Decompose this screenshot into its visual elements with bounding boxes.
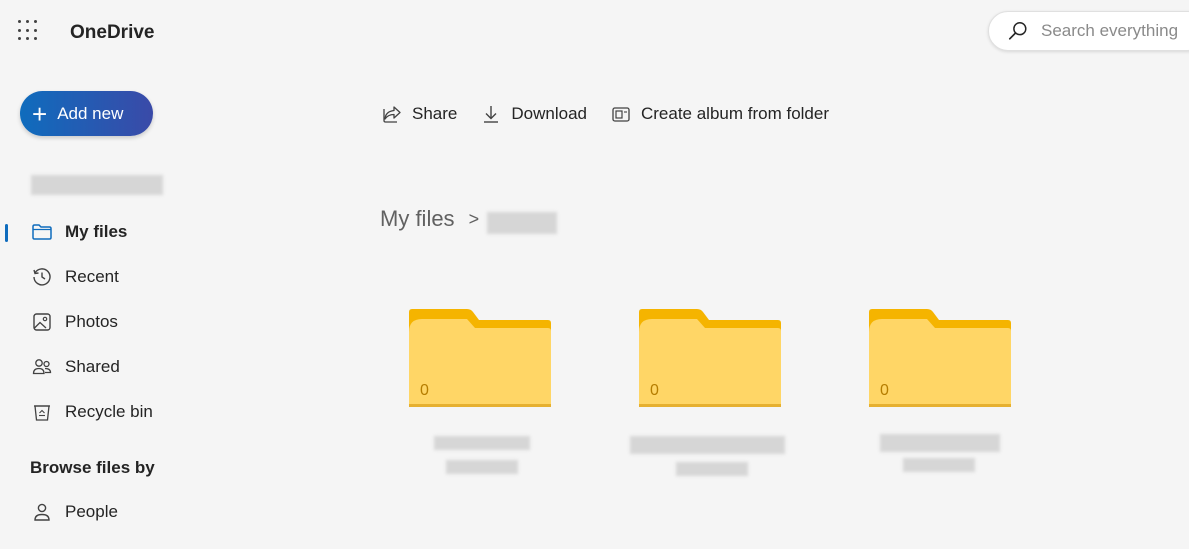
folder-name-redacted: [446, 460, 518, 474]
folder-name-redacted: [903, 458, 975, 472]
folder-name-redacted: [434, 436, 530, 450]
folder-item-count: 0: [420, 382, 429, 399]
breadcrumb: My files >: [380, 206, 479, 232]
account-name-redacted: [31, 175, 163, 195]
nav-item-shared[interactable]: Shared: [0, 347, 200, 387]
search-input[interactable]: [1041, 21, 1189, 41]
plus-icon: +: [32, 98, 48, 129]
folder-name-redacted: [880, 434, 1000, 452]
folder-item-count: 0: [880, 382, 889, 399]
folder-icon: [639, 309, 781, 407]
folder-item-count: 0: [650, 382, 659, 399]
album-icon: [612, 107, 630, 122]
app-launcher-icon[interactable]: [18, 20, 40, 42]
folder-icon: [409, 309, 551, 407]
active-indicator: [5, 224, 8, 242]
folder-icon: [869, 309, 1011, 407]
folder-icon: [31, 221, 53, 243]
search-icon: [1008, 22, 1027, 40]
people-icon: [31, 356, 53, 378]
breadcrumb-root[interactable]: My files: [380, 206, 455, 232]
folder-name-redacted: [676, 462, 748, 476]
create-album-label: Create album from folder: [640, 104, 830, 123]
add-new-button[interactable]: + Add new: [20, 91, 153, 136]
image-icon: [31, 311, 53, 333]
folder-tile[interactable]: 0: [639, 308, 781, 408]
search-box[interactable]: [988, 11, 1189, 51]
nav-item-my-files[interactable]: My files: [0, 212, 200, 252]
nav-item-label: Recent: [65, 267, 119, 286]
clock-history-icon: [31, 266, 53, 288]
download-button[interactable]: Download: [481, 104, 587, 124]
nav-item-people[interactable]: People: [0, 492, 200, 532]
app-title[interactable]: OneDrive: [70, 22, 154, 44]
top-bar: OneDrive: [0, 0, 1189, 64]
share-label: Share: [412, 104, 458, 123]
nav-item-recent[interactable]: Recent: [0, 257, 200, 297]
person-icon: [31, 501, 53, 523]
chevron-right-icon: >: [468, 208, 480, 229]
create-album-button[interactable]: Create album from folder: [611, 104, 829, 124]
nav-item-label: Shared: [65, 357, 120, 376]
nav-item-label: My files: [65, 222, 128, 241]
nav-item-label: People: [65, 502, 118, 521]
add-new-label: Add new: [57, 103, 124, 123]
folder-tile[interactable]: 0: [869, 308, 1011, 408]
download-label: Download: [511, 104, 587, 123]
folder-tile[interactable]: 0: [409, 308, 551, 408]
share-button[interactable]: Share: [382, 104, 457, 124]
nav-item-recycle-bin[interactable]: Recycle bin: [0, 392, 200, 432]
folder-name-redacted: [630, 436, 785, 454]
browse-files-by-heading: Browse files by: [30, 458, 155, 477]
nav-item-label: Photos: [65, 312, 118, 331]
nav-item-photos[interactable]: Photos: [0, 302, 200, 342]
download-icon: [484, 106, 499, 123]
nav-item-label: Recycle bin: [65, 402, 153, 421]
recycle-bin-icon: [31, 401, 53, 423]
command-bar: Share Download Create album from folder: [382, 100, 853, 128]
share-icon: [383, 106, 401, 123]
breadcrumb-current-redacted: [487, 212, 557, 234]
